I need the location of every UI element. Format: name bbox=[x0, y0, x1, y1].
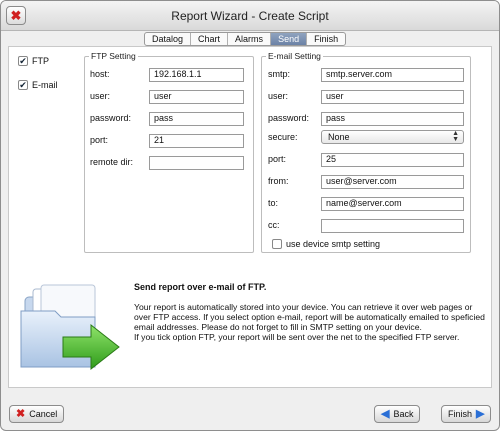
email-option-label: E-mail bbox=[32, 80, 58, 90]
email-user-input[interactable]: user bbox=[321, 90, 464, 104]
email-option[interactable]: ✔ E-mail bbox=[18, 80, 58, 90]
ftp-password-input[interactable]: pass bbox=[149, 112, 244, 126]
email-port-label: port: bbox=[268, 154, 287, 164]
ftp-user-label: user: bbox=[90, 91, 111, 101]
ftp-user-input[interactable]: user bbox=[149, 90, 244, 104]
back-button-label: Back bbox=[393, 409, 414, 419]
wizard-tabs: Datalog Chart Alarms Send Finish bbox=[144, 32, 347, 46]
select-arrows-icon: ▲ ▼ bbox=[452, 130, 459, 143]
use-device-smtp-option[interactable]: use device smtp setting bbox=[272, 239, 380, 249]
email-user-label: user: bbox=[268, 91, 289, 101]
tab-send[interactable]: Send bbox=[271, 33, 308, 45]
back-button[interactable]: ◀ Back bbox=[374, 405, 421, 423]
to-label: to: bbox=[268, 198, 279, 208]
use-device-smtp-label: use device smtp setting bbox=[286, 239, 381, 249]
cancel-button-label: Cancel bbox=[29, 409, 58, 419]
tab-datalog[interactable]: Datalog bbox=[145, 33, 192, 45]
email-setting-legend: E-mail Setting bbox=[268, 51, 321, 61]
tab-finish[interactable]: Finish bbox=[307, 33, 345, 45]
ftp-password-label: password: bbox=[90, 113, 132, 123]
to-input[interactable]: name@server.com bbox=[321, 197, 464, 211]
ftp-setting-legend: FTP Setting bbox=[91, 51, 136, 61]
info-title: Send report over e-mail of FTP. bbox=[134, 282, 267, 292]
ftp-port-label: port: bbox=[90, 135, 109, 145]
ftp-port-input[interactable]: 21 bbox=[149, 134, 244, 148]
info-description: Your report is automatically stored into… bbox=[134, 302, 489, 342]
secure-select[interactable]: None ▲ ▼ bbox=[321, 130, 464, 144]
cc-label: cc: bbox=[268, 220, 280, 230]
email-password-label: password: bbox=[268, 113, 310, 123]
ftp-remote-dir-label: remote dir: bbox=[90, 157, 134, 167]
ftp-host-label: host: bbox=[90, 69, 110, 79]
tab-alarms[interactable]: Alarms bbox=[228, 33, 272, 45]
secure-label: secure: bbox=[268, 132, 298, 142]
window-title: Report Wizard - Create Script bbox=[171, 9, 329, 23]
back-arrow-icon: ◀ bbox=[381, 407, 390, 420]
info-paragraph-1: Your report is automatically stored into… bbox=[134, 302, 485, 332]
cancel-icon: ✖ bbox=[16, 407, 26, 420]
send-panel: ✔ FTP ✔ E-mail FTP Setting host: 192.168… bbox=[8, 46, 492, 388]
email-port-input[interactable]: 25 bbox=[321, 153, 464, 167]
folder-send-illustration-icon bbox=[20, 284, 120, 371]
ftp-host-input[interactable]: 192.168.1.1 bbox=[149, 68, 244, 82]
from-label: from: bbox=[268, 176, 289, 186]
info-paragraph-2: If you tick option FTP, your report will… bbox=[134, 332, 460, 342]
ftp-option-label: FTP bbox=[32, 56, 49, 66]
ftp-checkbox[interactable]: ✔ bbox=[18, 56, 28, 66]
finish-button-label: Finish bbox=[448, 409, 473, 419]
smtp-input[interactable]: smtp.server.com bbox=[321, 68, 464, 82]
cc-input[interactable] bbox=[321, 219, 464, 233]
secure-select-value: None bbox=[328, 132, 350, 142]
cancel-button[interactable]: ✖ Cancel bbox=[9, 405, 65, 423]
email-password-input[interactable]: pass bbox=[321, 112, 464, 126]
from-input[interactable]: user@server.com bbox=[321, 175, 464, 189]
email-checkbox[interactable]: ✔ bbox=[18, 80, 28, 90]
use-device-smtp-checkbox[interactable] bbox=[272, 239, 282, 249]
tab-chart[interactable]: Chart bbox=[191, 33, 229, 45]
finish-arrow-icon: ▶ bbox=[476, 407, 485, 420]
ftp-option[interactable]: ✔ FTP bbox=[18, 56, 49, 66]
title-bar: ✖ Report Wizard - Create Script bbox=[1, 1, 499, 31]
smtp-label: smtp: bbox=[268, 69, 291, 79]
finish-button[interactable]: Finish ▶ bbox=[441, 405, 492, 423]
ftp-remote-dir-input[interactable] bbox=[149, 156, 244, 170]
report-wizard-window: ✖ Report Wizard - Create Script Datalog … bbox=[0, 0, 500, 431]
